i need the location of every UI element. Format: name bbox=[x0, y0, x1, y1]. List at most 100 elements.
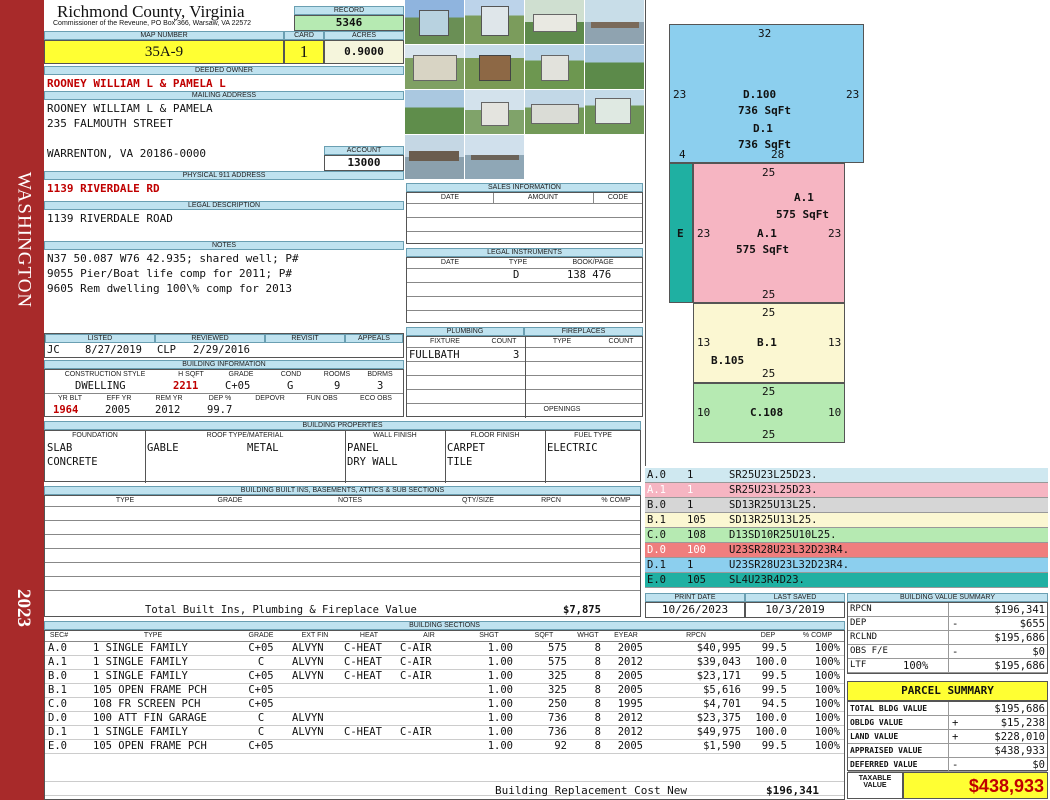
section-header: % COMP bbox=[802, 632, 833, 639]
section-cell: 100% bbox=[814, 656, 840, 668]
traverse-num: 1 bbox=[687, 484, 694, 496]
photo-5[interactable] bbox=[405, 45, 464, 89]
legal-description: 1139 RIVERDALE ROAD bbox=[47, 212, 173, 225]
parcel-row: TOTAL BLDG VALUE $195,686 bbox=[848, 702, 1047, 716]
section-cell: ALVYN bbox=[292, 656, 324, 668]
parcel-value: $228,010 bbox=[994, 731, 1045, 743]
photo-9[interactable] bbox=[405, 90, 464, 134]
traverse-row: A.1 1 SR25U23L25D23. bbox=[645, 483, 1048, 498]
photo-10[interactable] bbox=[465, 90, 524, 134]
traverse-num: 1 bbox=[687, 559, 694, 571]
photo-2[interactable] bbox=[465, 0, 524, 44]
bvs-name: LTF bbox=[850, 660, 867, 670]
sketch-label: 736 SqFt bbox=[738, 104, 791, 117]
bvs-name: DEP bbox=[850, 618, 867, 628]
bvs-row: OBS F/E - $0 bbox=[848, 645, 1047, 659]
parcel-name: TOTAL BLDG VALUE bbox=[850, 704, 928, 713]
sketch-label: E bbox=[677, 227, 684, 240]
sketch-label: A.1 bbox=[757, 227, 777, 240]
tax-year: 2023 bbox=[13, 589, 34, 627]
section-header: RPCN bbox=[686, 632, 706, 639]
bvs-value: $195,686 bbox=[994, 660, 1045, 672]
traverse-path: SR25U23L25D23. bbox=[729, 484, 818, 496]
photo-4[interactable] bbox=[585, 0, 644, 44]
map-number-label: MAP NUMBER bbox=[44, 31, 284, 40]
photo-3[interactable] bbox=[525, 0, 584, 44]
photo-11[interactable] bbox=[525, 90, 584, 134]
traverse-code: C.0 bbox=[647, 529, 666, 541]
section-cell: $23,171 bbox=[696, 670, 741, 682]
section-cell: C bbox=[257, 712, 265, 724]
section-cell: $23,375 bbox=[696, 712, 741, 724]
parcel-value: $438,933 bbox=[994, 745, 1045, 757]
section-cell: C bbox=[257, 656, 265, 668]
building-properties-table: FOUNDATION ROOF TYPE/MATERIAL WALL FINIS… bbox=[44, 430, 641, 483]
traverse-row: B.0 1 SD13R25U13L25. bbox=[645, 498, 1048, 513]
photo-7[interactable] bbox=[525, 45, 584, 89]
section-cell: 100% bbox=[814, 684, 840, 696]
physical-address: 1139 RIVERDALE RD bbox=[47, 182, 160, 195]
section-cell: 8 bbox=[594, 726, 601, 738]
traverse-num: 1 bbox=[687, 499, 694, 511]
sketch-dim: 10 bbox=[828, 406, 842, 419]
last-saved-label: LAST SAVED bbox=[745, 593, 845, 602]
parcel-pre: + bbox=[952, 731, 959, 743]
section-cell: 8 bbox=[594, 740, 601, 752]
bvs-value: $195,686 bbox=[994, 632, 1045, 644]
section-cell: C-AIR bbox=[400, 642, 432, 654]
photo-14[interactable] bbox=[465, 135, 524, 179]
brcn-label: Building Replacement Cost New bbox=[495, 784, 688, 797]
section-cell: D.1 bbox=[48, 726, 67, 738]
sketch-dim: 23 bbox=[673, 88, 687, 101]
section-cell: $40,995 bbox=[696, 642, 741, 654]
building-grade: C+05 bbox=[225, 380, 251, 392]
section-cell: 2005 bbox=[617, 642, 643, 654]
section-cell: C-HEAT bbox=[344, 670, 382, 682]
fireplaces-label: FIREPLACES bbox=[524, 327, 643, 336]
notes-label: NOTES bbox=[44, 241, 404, 250]
section-cell: 325 bbox=[548, 670, 567, 682]
bvs-value: $196,341 bbox=[994, 604, 1045, 616]
plumbing-count: 3 bbox=[513, 349, 520, 361]
photo-6[interactable] bbox=[465, 45, 524, 89]
acres-value: 0.9000 bbox=[324, 40, 404, 64]
bvs-pre: 100% bbox=[903, 660, 929, 672]
parcel-list: TOTAL BLDG VALUE $195,686 OBLDG VALUE + $15,… bbox=[847, 701, 1048, 772]
section-cell: 8 bbox=[594, 670, 601, 682]
photo-12[interactable] bbox=[585, 90, 644, 134]
sketch-label: 575 SqFt bbox=[776, 208, 829, 221]
traverse-code: D.1 bbox=[647, 559, 666, 571]
section-cell: 94.5 bbox=[761, 698, 787, 710]
section-header: HEAT bbox=[359, 632, 379, 639]
section-cell: 100% bbox=[814, 698, 840, 710]
section-header: EXT FIN bbox=[301, 632, 329, 639]
photo-1[interactable] bbox=[405, 0, 464, 44]
section-cell: C+05 bbox=[248, 670, 274, 682]
section-cell: B.1 bbox=[48, 684, 67, 696]
section-cell: $4,701 bbox=[703, 698, 741, 710]
traverse-code: E.0 bbox=[647, 574, 666, 586]
traverse-path: D13SD10R25U10L25. bbox=[729, 529, 837, 541]
section-cell: 1.00 bbox=[487, 712, 513, 724]
photo-13[interactable] bbox=[405, 135, 464, 179]
county-title: Richmond County, Virginia bbox=[57, 2, 245, 21]
bvs-row: RPCN $196,341 bbox=[848, 603, 1047, 617]
notes-line-3: 9605 Rem dwelling 100\% comp for 2013 bbox=[47, 282, 293, 295]
section-cell: 1 SINGLE FAMILY bbox=[93, 656, 188, 668]
building-sketch[interactable]: 32 23 23 D.100 736 SqFt D.1 736 SqFt 4 2… bbox=[645, 0, 1050, 466]
print-date-label: PRINT DATE bbox=[645, 593, 745, 602]
sketch-dim: 10 bbox=[697, 406, 711, 419]
section-cell: D.0 bbox=[48, 712, 67, 724]
mailing-line-2: 235 FALMOUTH STREET bbox=[47, 117, 173, 130]
sketch-label: A.1 bbox=[794, 191, 814, 204]
section-cell: C bbox=[257, 726, 265, 738]
section-cell: C+05 bbox=[248, 642, 274, 654]
section-cell: 99.5 bbox=[761, 684, 787, 696]
traverse-code: A.1 bbox=[647, 484, 666, 496]
photo-8[interactable] bbox=[585, 45, 644, 89]
section-cell: 1.00 bbox=[487, 684, 513, 696]
section-header: SHGT bbox=[479, 632, 499, 639]
traverse-code: D.0 bbox=[647, 544, 666, 556]
effective-year: 2005 bbox=[105, 404, 131, 416]
parcel-name: APPRAISED VALUE bbox=[850, 746, 923, 755]
